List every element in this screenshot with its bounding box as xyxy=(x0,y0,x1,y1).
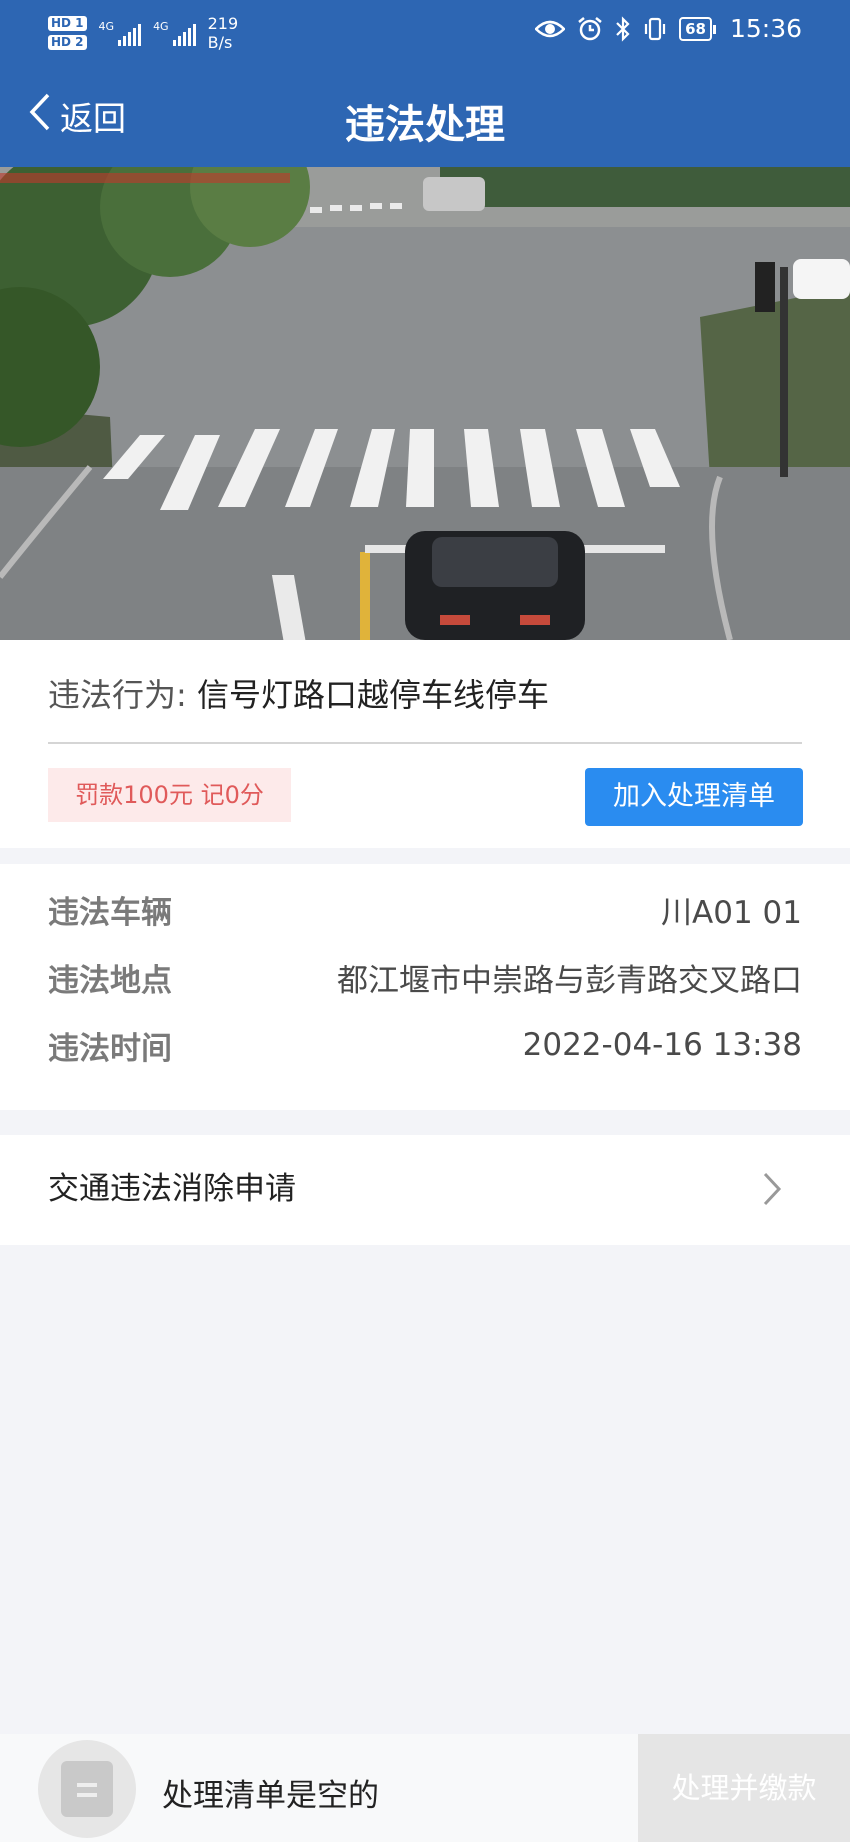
details-card: 违法车辆 川A01 01 违法地点 都江堰市中崇路与彭青路交叉路口 违法时间 2… xyxy=(0,864,850,1110)
process-and-pay-button[interactable]: 处理并缴款 xyxy=(638,1734,850,1842)
list-button[interactable] xyxy=(38,1740,136,1838)
signal-1-icon: 4G xyxy=(99,20,142,46)
speed-value: 219 xyxy=(207,14,239,33)
nav-bar: 违法处理 返回 xyxy=(0,70,850,167)
list-icon xyxy=(61,1761,113,1817)
empty-list-text: 处理清单是空的 xyxy=(162,1778,379,1814)
detail-row-location: 违法地点 都江堰市中崇路与彭青路交叉路口 xyxy=(48,952,802,1002)
detail-row-vehicle: 违法车辆 川A01 01 xyxy=(48,884,802,934)
hd-badges: HD 1 HD 2 xyxy=(48,16,87,50)
chevron-right-icon xyxy=(762,1171,782,1211)
status-right: 68 15:36 xyxy=(535,14,802,43)
speed-unit: B/s xyxy=(207,33,233,52)
behavior-value: 信号灯路口越停车线停车 xyxy=(196,676,549,714)
hd2-badge: HD 2 xyxy=(48,35,87,50)
app-header: HD 1 HD 2 4G 4G 219 B/s 68 15:36 违法处理 返回 xyxy=(0,0,850,167)
vehicle-label: 违法车辆 xyxy=(48,894,172,931)
network-speed: 219 B/s xyxy=(208,14,239,52)
status-left: HD 1 HD 2 4G 4G 219 B/s xyxy=(48,10,238,56)
apply-label: 交通违法消除申请 xyxy=(48,1171,296,1207)
hd1-badge: HD 1 xyxy=(48,16,87,31)
behavior-label: 违法行为: xyxy=(48,676,187,714)
network-type-1: 4G xyxy=(98,20,115,33)
violation-card: 违法行为: 信号灯路口越停车线停车 罚款100元 记0分 加入处理清单 xyxy=(0,640,850,848)
fine-badge: 罚款100元 记0分 xyxy=(48,768,291,822)
divider xyxy=(48,742,802,744)
back-button[interactable]: 返回 xyxy=(28,92,126,140)
battery-icon: 68 xyxy=(679,16,716,41)
location-value: 都江堰市中崇路与彭青路交叉路口 xyxy=(337,962,802,999)
signal-2-icon: 4G xyxy=(153,20,196,46)
add-to-list-button[interactable]: 加入处理清单 xyxy=(585,768,803,826)
status-bar: HD 1 HD 2 4G 4G 219 B/s 68 15:36 xyxy=(0,0,850,62)
violation-photo[interactable] xyxy=(0,167,850,640)
network-type-2: 4G xyxy=(153,20,169,33)
apply-cancel-row[interactable]: 交通违法消除申请 xyxy=(0,1135,850,1245)
chevron-left-icon xyxy=(28,92,52,140)
clock: 15:36 xyxy=(729,14,802,43)
time-label: 违法时间 xyxy=(48,1030,172,1067)
page-title: 违法处理 xyxy=(345,102,505,148)
vibrate-icon xyxy=(643,16,667,42)
location-label: 违法地点 xyxy=(48,962,172,999)
bottom-bar: 处理清单是空的 处理并缴款 xyxy=(0,1734,850,1842)
detail-row-time: 违法时间 2022-04-16 13:38 xyxy=(48,1020,802,1070)
alarm-icon xyxy=(577,16,603,42)
vehicle-value: 川A01 01 xyxy=(661,894,802,931)
back-label: 返回 xyxy=(60,99,126,138)
eye-icon xyxy=(535,18,566,40)
violation-behavior: 违法行为: 信号灯路口越停车线停车 xyxy=(48,670,549,716)
bluetooth-icon xyxy=(615,15,631,42)
time-value: 2022-04-16 13:38 xyxy=(522,1027,802,1063)
